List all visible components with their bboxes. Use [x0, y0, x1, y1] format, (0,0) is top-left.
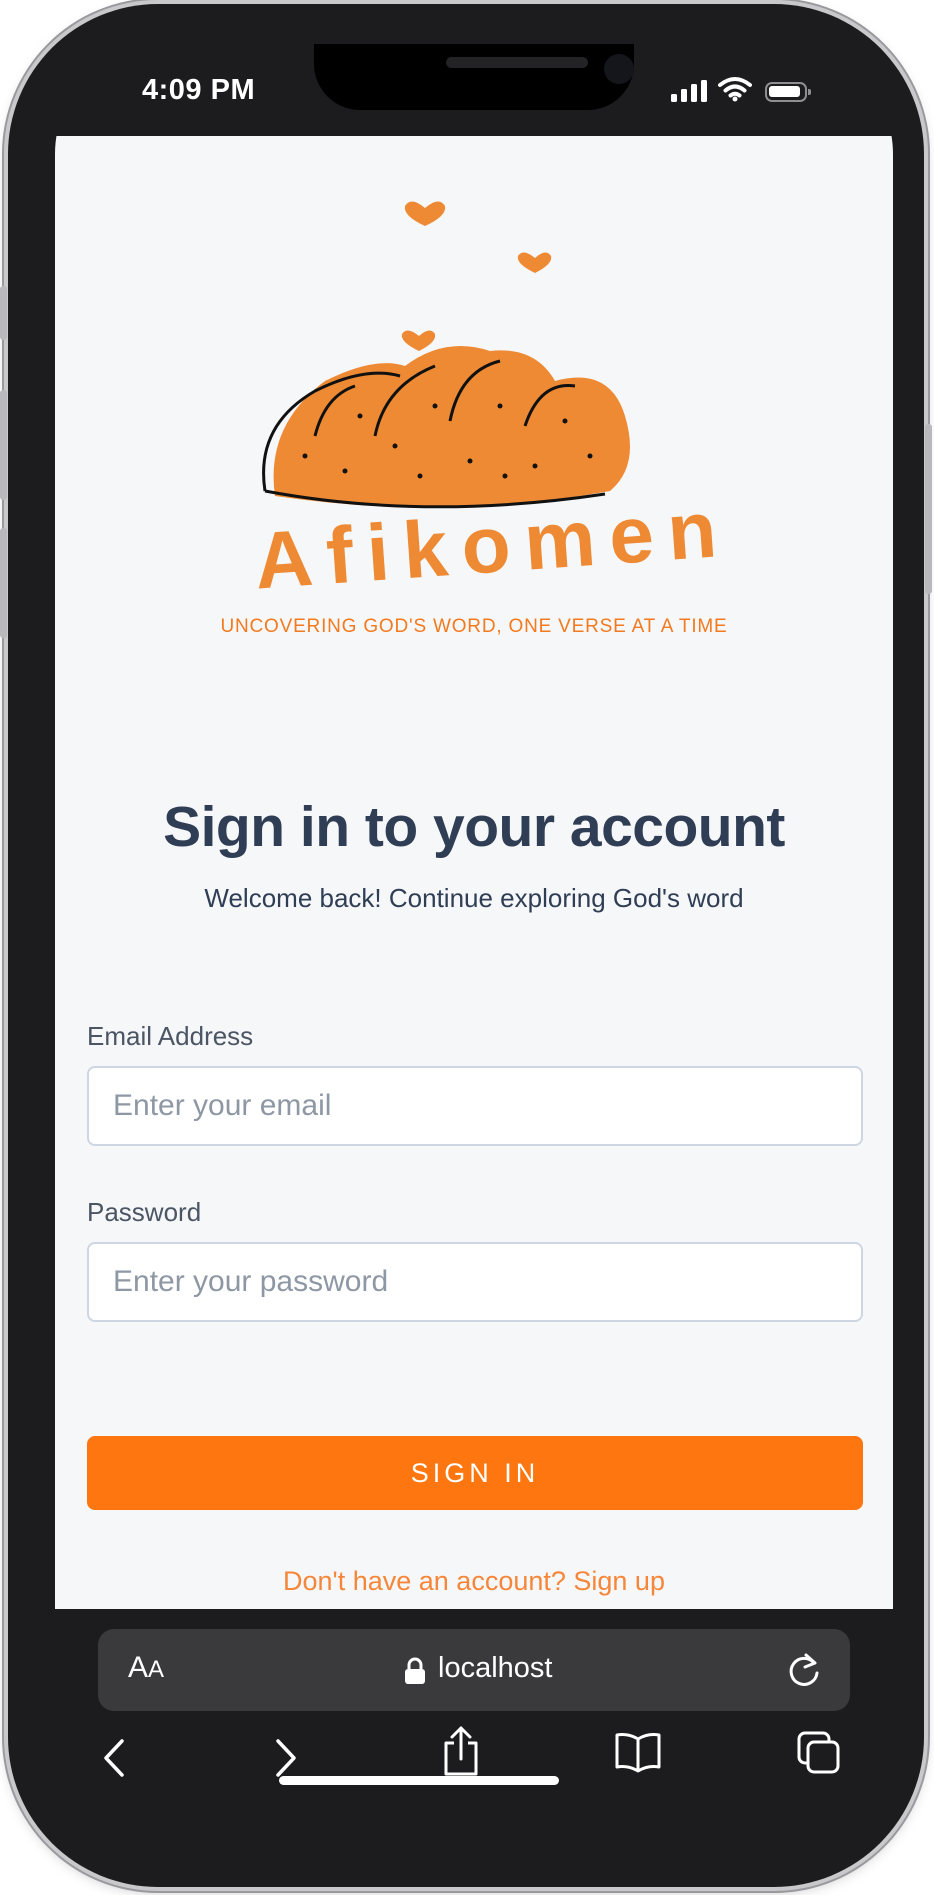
- share-icon[interactable]: [441, 1725, 481, 1777]
- signal-icon: [671, 80, 707, 102]
- password-field[interactable]: [87, 1242, 863, 1322]
- home-indicator: [279, 1776, 559, 1785]
- sign-up-link[interactable]: Don't have an account? Sign up: [55, 1566, 893, 1597]
- afikomen-bread-logo: Afikomen: [252, 201, 715, 596]
- status-bar: 4:09 PM: [55, 44, 893, 136]
- battery-icon: [765, 82, 811, 102]
- url-text: localhost: [438, 1652, 553, 1684]
- forward-icon[interactable]: [270, 1737, 300, 1779]
- brand-tagline: UNCOVERING GOD'S WORD, ONE VERSE AT A TI…: [220, 616, 728, 637]
- speaker-grille: [446, 57, 588, 68]
- phone-screen: 4:09 PM Afikomen UNCOVERING GOD'S WORD, …: [55, 44, 893, 1864]
- power-button: [925, 424, 932, 594]
- action-button: [0, 286, 7, 340]
- tabs-icon[interactable]: [797, 1731, 841, 1775]
- reload-icon[interactable]: [786, 1651, 822, 1689]
- login-page: Afikomen UNCOVERING GOD'S WORD, ONE VERS…: [55, 136, 893, 1609]
- volume-up-button: [0, 390, 7, 500]
- sign-in-button[interactable]: SIGN IN: [87, 1436, 863, 1510]
- text-size-label-large: A: [128, 1651, 149, 1684]
- camera-icon: [604, 54, 634, 84]
- page-subtitle: Welcome back! Continue exploring God's w…: [204, 883, 744, 913]
- status-time: 4:09 PM: [142, 74, 256, 106]
- safari-toolbar: AA localhost: [55, 1609, 893, 1864]
- wifi-icon: [718, 77, 752, 102]
- lock-icon: [405, 1657, 425, 1684]
- text-size-label-small: A: [148, 1656, 165, 1683]
- volume-down-button: [0, 528, 7, 638]
- back-icon[interactable]: [100, 1737, 130, 1779]
- bookmarks-icon[interactable]: [614, 1731, 662, 1773]
- address-bar[interactable]: AA localhost: [98, 1629, 850, 1711]
- phone-frame: 4:09 PM Afikomen UNCOVERING GOD'S WORD, …: [0, 4, 932, 1887]
- page-title: Sign in to your account: [163, 795, 785, 859]
- email-label: Email Address: [87, 1021, 254, 1051]
- notch: [314, 44, 634, 110]
- text-size-button[interactable]: AA: [128, 1651, 164, 1685]
- password-label: Password: [87, 1197, 202, 1227]
- email-field[interactable]: [87, 1066, 863, 1146]
